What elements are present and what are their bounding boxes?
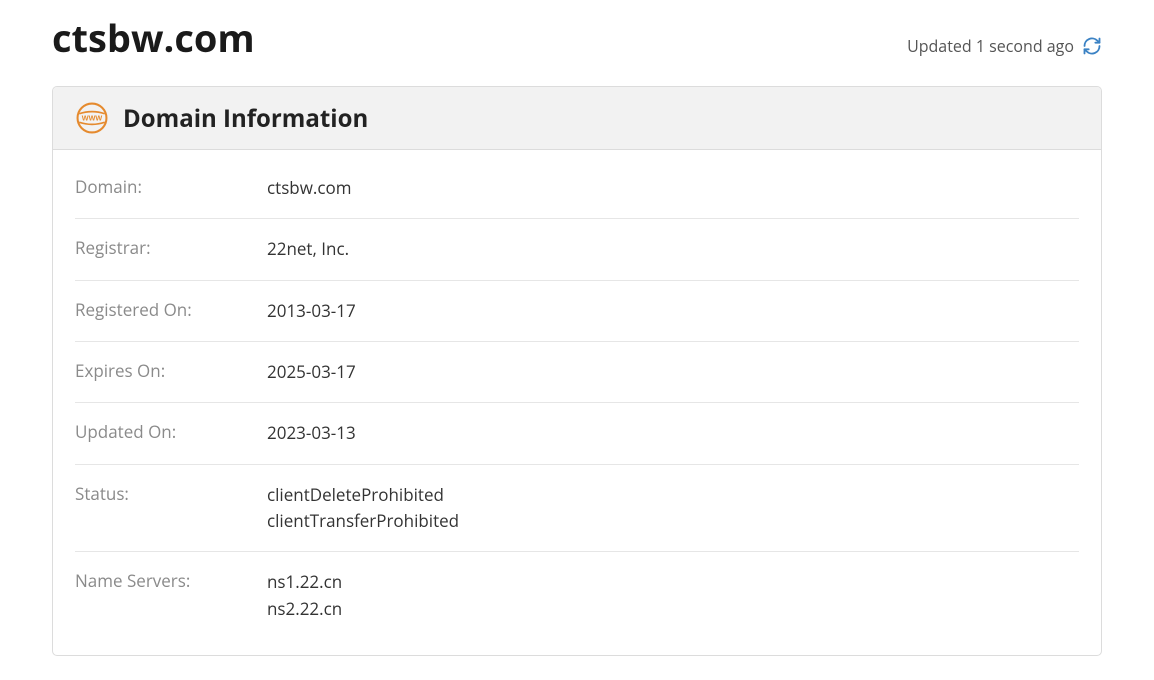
label-status: Status:: [75, 482, 267, 535]
row-status: Status: clientDeleteProhibited clientTra…: [75, 465, 1079, 553]
card-title: Domain Information: [123, 102, 368, 135]
label-domain: Domain:: [75, 175, 267, 201]
label-expires-on: Expires On:: [75, 359, 267, 385]
label-registered-on: Registered On:: [75, 298, 267, 324]
row-registered-on: Registered On: 2013-03-17: [75, 281, 1079, 342]
value-name-servers: ns1.22.cn ns2.22.cn: [267, 569, 342, 622]
value-registrar: 22net, Inc.: [267, 236, 349, 262]
domain-info-card: WWW Domain Information Domain: ctsbw.com…: [52, 86, 1102, 656]
label-registrar: Registrar:: [75, 236, 267, 262]
page-header: ctsbw.com Updated 1 second ago: [52, 12, 1102, 64]
value-expires-on: 2025-03-17: [267, 359, 356, 385]
card-header: WWW Domain Information: [53, 87, 1101, 150]
value-registered-on: 2013-03-17: [267, 298, 356, 324]
row-domain: Domain: ctsbw.com: [75, 158, 1079, 219]
www-icon: WWW: [75, 101, 109, 135]
value-updated-on: 2023-03-13: [267, 420, 356, 446]
updated-text: Updated 1 second ago: [907, 35, 1074, 57]
row-updated-on: Updated On: 2023-03-13: [75, 403, 1079, 464]
label-updated-on: Updated On:: [75, 420, 267, 446]
card-body: Domain: ctsbw.com Registrar: 22net, Inc.…: [53, 150, 1101, 655]
row-expires-on: Expires On: 2025-03-17: [75, 342, 1079, 403]
domain-title: ctsbw.com: [52, 12, 255, 64]
label-name-servers: Name Servers:: [75, 569, 267, 622]
value-domain: ctsbw.com: [267, 175, 351, 201]
row-registrar: Registrar: 22net, Inc.: [75, 219, 1079, 280]
refresh-icon[interactable]: [1082, 36, 1102, 56]
updated-status: Updated 1 second ago: [907, 35, 1102, 57]
svg-text:WWW: WWW: [82, 114, 103, 123]
row-name-servers: Name Servers: ns1.22.cn ns2.22.cn: [75, 552, 1079, 639]
value-status: clientDeleteProhibited clientTransferPro…: [267, 482, 459, 535]
